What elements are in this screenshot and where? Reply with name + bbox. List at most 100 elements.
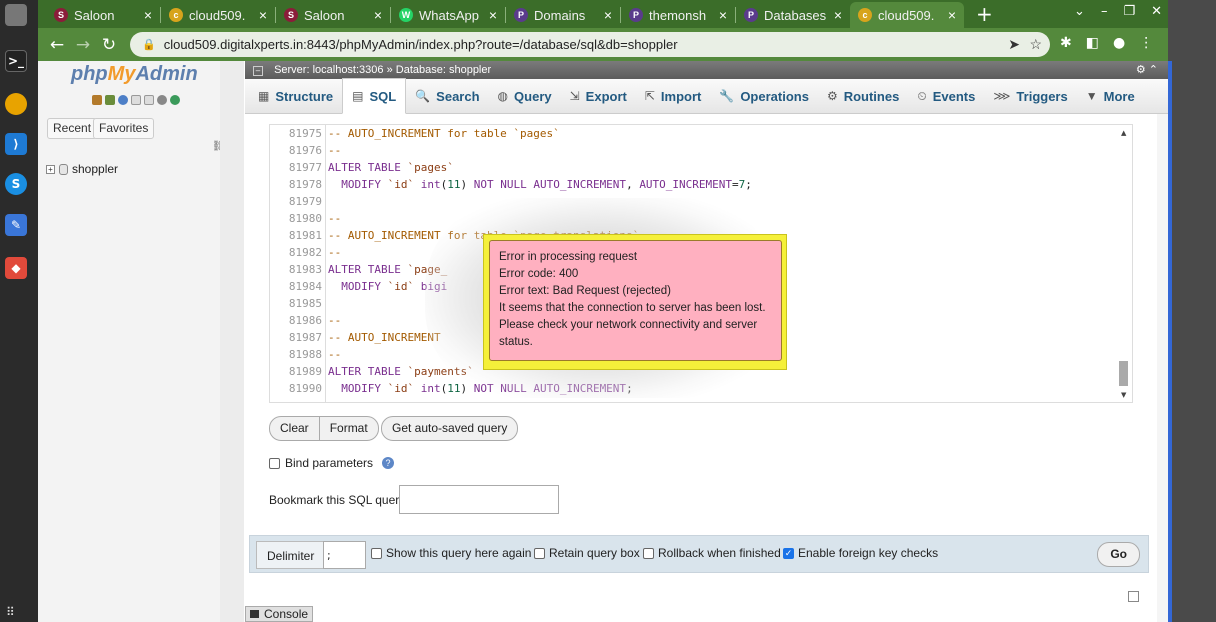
minimize-icon[interactable]: – (1101, 4, 1108, 19)
panel-resizer[interactable] (220, 61, 244, 622)
gear-icon[interactable] (157, 95, 167, 105)
show-query-checkbox[interactable] (371, 547, 382, 559)
terminal-app-icon[interactable] (5, 4, 27, 26)
line-number: 81984 (288, 280, 322, 293)
favicon-icon: S (284, 8, 298, 22)
reload-nav-icon[interactable] (170, 95, 180, 105)
chrome-icon[interactable] (5, 93, 27, 115)
breadcrumb-database[interactable]: Database: shoppler (396, 64, 491, 76)
close-tab-icon[interactable]: × (259, 7, 267, 23)
main-scrollbar[interactable] (1157, 114, 1168, 622)
sql-docs-icon[interactable] (131, 95, 141, 105)
tab-query[interactable]: ◍ Query (489, 79, 561, 114)
rollback-checkbox[interactable] (643, 547, 654, 559)
bookmark-star-icon[interactable]: ☆ (1029, 36, 1042, 53)
profile-avatar[interactable]: ● (1113, 35, 1125, 51)
restore-icon[interactable]: ❐ (1123, 4, 1135, 19)
close-tab-icon[interactable]: × (144, 7, 152, 23)
close-tab-icon[interactable]: × (489, 7, 497, 23)
phpmyadmin-logo[interactable]: phpMyAdmin (71, 63, 198, 86)
logout-icon[interactable] (105, 95, 115, 105)
help-icon[interactable]: ? (382, 457, 395, 469)
tab-search-icon[interactable]: ⌄ (1074, 4, 1085, 19)
tree-item-shoppler[interactable]: + shoppler (46, 162, 118, 176)
bookmark-input[interactable] (399, 485, 559, 514)
tab-events[interactable]: ⏲ Events (908, 79, 984, 114)
go-button[interactable]: Go (1097, 542, 1140, 567)
close-tab-icon[interactable]: × (948, 7, 956, 23)
tab-sql[interactable]: ▤ SQL (342, 78, 407, 114)
forward-icon[interactable]: → (70, 35, 96, 55)
format-button[interactable]: Format (318, 417, 378, 440)
browser-tab[interactable]: c cloud509. × (161, 2, 275, 28)
side-panel-icon[interactable]: ◧ (1086, 35, 1099, 51)
url-field[interactable]: 🔒 cloud509.digitalxperts.in:8443/phpMyAd… (130, 32, 1050, 57)
tab-export[interactable]: ⇲ Export (561, 79, 636, 114)
anydesk-icon[interactable]: ◆ (5, 257, 27, 279)
browser-tab[interactable]: c cloud509. × (850, 2, 964, 28)
terminal-icon[interactable]: >_ (5, 50, 27, 72)
skype-icon[interactable]: S (5, 173, 27, 195)
browser-tab[interactable]: W WhatsApp × (391, 2, 505, 28)
show-query-option[interactable]: Show this query here again (371, 546, 531, 560)
console-tab[interactable]: Console (245, 606, 313, 622)
new-tab-button[interactable]: + (964, 2, 1005, 28)
tab-label: More (1103, 88, 1135, 104)
tab-triggers[interactable]: ⋙ Triggers (984, 79, 1076, 114)
close-window-icon[interactable]: ✕ (1151, 4, 1162, 19)
tab-structure[interactable]: ▦ Structure (249, 79, 342, 114)
autosaved-query-button[interactable]: Get auto-saved query (381, 416, 519, 441)
close-tab-icon[interactable]: × (604, 7, 612, 23)
foreign-keys-option[interactable]: ✓ Enable foreign key checks (783, 546, 938, 560)
kebab-menu-icon[interactable]: ⋮ (1139, 35, 1153, 51)
close-tab-icon[interactable]: × (834, 7, 842, 23)
foreign-keys-checkbox[interactable]: ✓ (783, 547, 794, 559)
maximize-console-icon[interactable] (1128, 591, 1139, 602)
back-icon[interactable]: ← (44, 35, 70, 55)
scroll-up-icon[interactable]: ▲ (1121, 129, 1126, 137)
expand-icon[interactable]: + (46, 164, 55, 174)
home-icon[interactable] (92, 95, 102, 105)
text-editor-icon[interactable]: ✎ (5, 214, 27, 236)
code-text: -- (328, 348, 342, 361)
error-dialog[interactable]: Error in processing request Error code: … (483, 234, 787, 370)
browser-tab[interactable]: P Databases × (736, 2, 850, 28)
collapse-icon[interactable]: – (253, 66, 263, 76)
navigation-settings-icon[interactable] (144, 95, 154, 105)
bind-parameters-checkbox[interactable] (269, 457, 280, 469)
settings-collapse-icons[interactable]: ⚙ ⌃ (1136, 61, 1158, 79)
resize-handle-icon[interactable]: ▼ (1121, 391, 1126, 399)
breadcrumb-server[interactable]: Server: localhost:3306 (274, 64, 383, 76)
help-docs-icon[interactable] (118, 95, 128, 105)
retain-query-checkbox[interactable] (534, 547, 545, 559)
puzzle-icon[interactable]: ✱ (1060, 35, 1072, 51)
editor-scrollbar[interactable] (1119, 361, 1128, 386)
apps-grid-icon[interactable]: ⠿ (6, 605, 16, 619)
rollback-option[interactable]: Rollback when finished (643, 546, 781, 560)
rollback-label: Rollback when finished (658, 546, 781, 560)
close-tab-icon[interactable]: × (719, 7, 727, 23)
tab-search[interactable]: 🔍 Search (406, 79, 488, 114)
export-icon: ⇲ (569, 89, 580, 103)
reload-icon[interactable]: ↻ (96, 35, 122, 55)
browser-tab[interactable]: Pthemonsh × (621, 2, 735, 28)
clear-button[interactable]: Clear (270, 417, 319, 440)
delimiter-input[interactable]: ; (323, 541, 366, 569)
close-tab-icon[interactable]: × (374, 7, 382, 23)
browser-tab[interactable]: S Saloon × (46, 2, 160, 28)
vscode-icon[interactable]: ⟩ (5, 133, 27, 155)
send-icon[interactable]: ➤ (1008, 36, 1020, 53)
browser-tab[interactable]: S Saloon × (276, 2, 390, 28)
favorites-button[interactable]: Favorites (93, 118, 155, 139)
database-name[interactable]: shoppler (72, 162, 118, 176)
tab-title: WhatsApp (419, 7, 479, 23)
tab-operations[interactable]: 🔧 Operations (710, 79, 818, 114)
operations-icon: 🔧 (719, 89, 735, 103)
browser-tab[interactable]: P Domains × (506, 2, 620, 28)
tab-routines[interactable]: ⚙ Routines (818, 79, 908, 114)
lock-icon[interactable]: 🔒 (142, 38, 156, 51)
tab-import[interactable]: ⇱ Import (636, 79, 711, 114)
tab-more[interactable]: ▼ More (1077, 79, 1144, 114)
recent-button[interactable]: Recent (47, 118, 98, 139)
retain-query-option[interactable]: Retain query box (534, 546, 640, 560)
